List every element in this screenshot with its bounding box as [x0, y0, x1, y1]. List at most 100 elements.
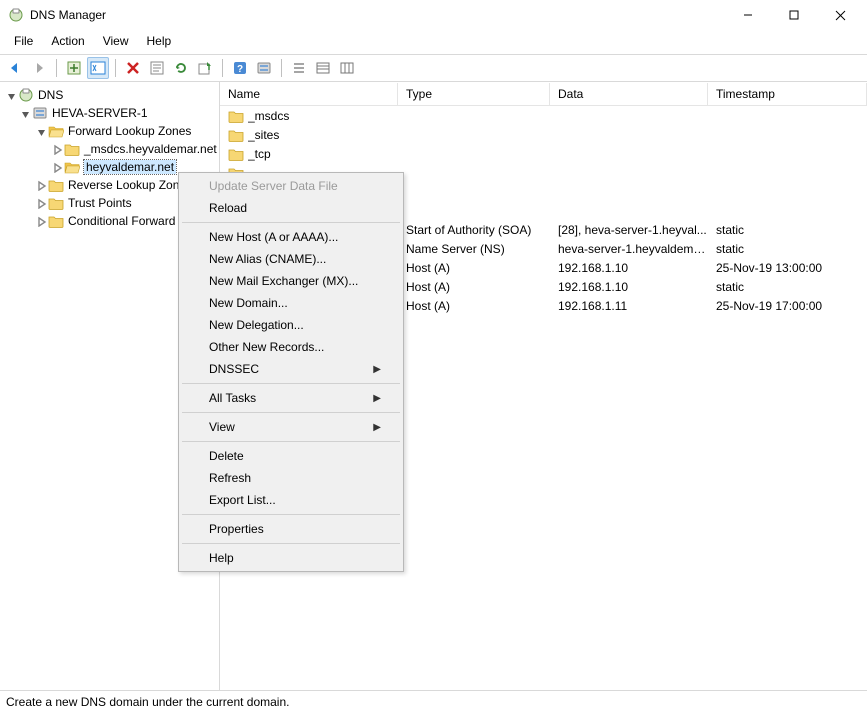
context-menu: Update Server Data FileReload New Host (A… — [178, 172, 404, 572]
chevron-right-icon[interactable] — [50, 142, 64, 156]
context-menu-label: View — [209, 420, 235, 434]
folder-icon — [48, 213, 64, 229]
menu-separator — [182, 514, 400, 515]
cell-name: _msdcs — [248, 109, 398, 123]
server-button[interactable] — [253, 57, 275, 79]
context-menu-label: New Domain... — [209, 296, 288, 310]
window-title: DNS Manager — [30, 8, 725, 22]
chevron-right-icon[interactable] — [34, 178, 48, 192]
app-icon — [8, 7, 24, 23]
context-menu-label: Other New Records... — [209, 340, 324, 354]
folder-icon — [48, 195, 64, 211]
context-menu-item[interactable]: New Alias (CNAME)... — [181, 248, 401, 270]
list3-button[interactable] — [336, 57, 358, 79]
list2-button[interactable] — [312, 57, 334, 79]
cell-timestamp: static — [708, 242, 867, 256]
add-button[interactable] — [63, 57, 85, 79]
folder-open-icon — [64, 159, 80, 175]
cell-timestamp: 25-Nov-19 13:00:00 — [708, 261, 867, 275]
context-menu-item[interactable]: Refresh — [181, 467, 401, 489]
help-button[interactable]: ? — [229, 57, 251, 79]
context-menu-item[interactable]: Reload — [181, 197, 401, 219]
tree-node-dns[interactable]: DNS — [2, 86, 219, 104]
forward-button[interactable] — [28, 57, 50, 79]
statusbar: Create a new DNS domain under the curren… — [0, 690, 867, 712]
chevron-down-icon[interactable] — [4, 88, 18, 102]
menu-separator — [182, 222, 400, 223]
tree-node-flz[interactable]: Forward Lookup Zones — [2, 122, 219, 140]
context-menu-item[interactable]: Other New Records... — [181, 336, 401, 358]
back-button[interactable] — [4, 57, 26, 79]
context-menu-label: New Delegation... — [209, 318, 304, 332]
folder-icon — [64, 141, 80, 157]
context-menu-label: New Mail Exchanger (MX)... — [209, 274, 358, 288]
cell-data: [28], heva-server-1.heyval... — [550, 223, 708, 237]
context-menu-item[interactable]: New Delegation... — [181, 314, 401, 336]
context-menu-item[interactable]: View ▶ — [181, 416, 401, 438]
column-timestamp[interactable]: Timestamp — [708, 83, 867, 105]
refresh-button[interactable] — [170, 57, 192, 79]
delete-button[interactable] — [122, 57, 144, 79]
svg-text:?: ? — [237, 64, 243, 75]
list-row[interactable]: _tcp — [220, 144, 867, 163]
cell-name: _sites — [248, 128, 398, 142]
chevron-right-icon: ▶ — [373, 422, 381, 433]
context-menu-label: Help — [209, 551, 234, 565]
context-menu-label: Properties — [209, 522, 264, 536]
chevron-right-icon[interactable] — [34, 214, 48, 228]
list-row[interactable]: _msdcs — [220, 106, 867, 125]
close-button[interactable] — [817, 0, 863, 30]
minimize-button[interactable] — [725, 0, 771, 30]
context-menu-label: DNSSEC — [209, 362, 259, 376]
context-menu-label: New Alias (CNAME)... — [209, 252, 326, 266]
list-row[interactable]: _sites — [220, 125, 867, 144]
context-menu-item[interactable]: DNSSEC▶ — [181, 358, 401, 380]
cell-data: 192.168.1.10 — [550, 280, 708, 294]
tree-node-msdcs[interactable]: _msdcs.heyvaldemar.net — [2, 140, 219, 158]
context-menu-item[interactable]: Delete — [181, 445, 401, 467]
folder-open-icon — [48, 123, 64, 139]
context-menu-item[interactable]: New Host (A or AAAA)... — [181, 226, 401, 248]
context-menu-label: New Host (A or AAAA)... — [209, 230, 338, 244]
xml-button[interactable] — [87, 57, 109, 79]
chevron-right-icon[interactable] — [50, 160, 64, 174]
chevron-down-icon[interactable] — [34, 124, 48, 138]
menubar: File Action View Help — [0, 30, 867, 54]
context-menu-item: Update Server Data File — [181, 175, 401, 197]
context-menu-item[interactable]: All Tasks ▶ — [181, 387, 401, 409]
context-menu-item[interactable]: Properties — [181, 518, 401, 540]
context-menu-label: All Tasks — [209, 391, 256, 405]
chevron-down-icon[interactable] — [18, 106, 32, 120]
column-type[interactable]: Type — [398, 83, 550, 105]
cell-timestamp: static — [708, 223, 867, 237]
context-menu-item[interactable]: New Mail Exchanger (MX)... — [181, 270, 401, 292]
folder-icon — [228, 108, 244, 124]
column-name[interactable]: Name — [220, 83, 398, 105]
folder-icon — [228, 127, 244, 143]
maximize-button[interactable] — [771, 0, 817, 30]
context-menu-item[interactable]: Export List... — [181, 489, 401, 511]
cell-data: 192.168.1.11 — [550, 299, 708, 313]
cell-timestamp: static — [708, 280, 867, 294]
menu-help[interactable]: Help — [139, 32, 180, 50]
menu-view[interactable]: View — [95, 32, 137, 50]
column-data[interactable]: Data — [550, 83, 708, 105]
tree-node-server[interactable]: HEVA-SERVER-1 — [2, 104, 219, 122]
list-header: Name Type Data Timestamp — [220, 82, 867, 106]
list1-button[interactable] — [288, 57, 310, 79]
cell-name: _tcp — [248, 147, 398, 161]
menu-action[interactable]: Action — [43, 32, 92, 50]
properties-button[interactable] — [146, 57, 168, 79]
chevron-right-icon: ▶ — [373, 393, 381, 404]
export-button[interactable] — [194, 57, 216, 79]
titlebar: DNS Manager — [0, 0, 867, 30]
toolbar: ? — [0, 55, 867, 81]
chevron-right-icon[interactable] — [34, 196, 48, 210]
cell-type: Host (A) — [398, 261, 550, 275]
menu-file[interactable]: File — [6, 32, 41, 50]
cell-data: heva-server-1.heyvaldema... — [550, 242, 708, 256]
cell-type: Start of Authority (SOA) — [398, 223, 550, 237]
context-menu-item[interactable]: Help — [181, 547, 401, 569]
context-menu-item[interactable]: New Domain... — [181, 292, 401, 314]
context-menu-label: Refresh — [209, 471, 251, 485]
